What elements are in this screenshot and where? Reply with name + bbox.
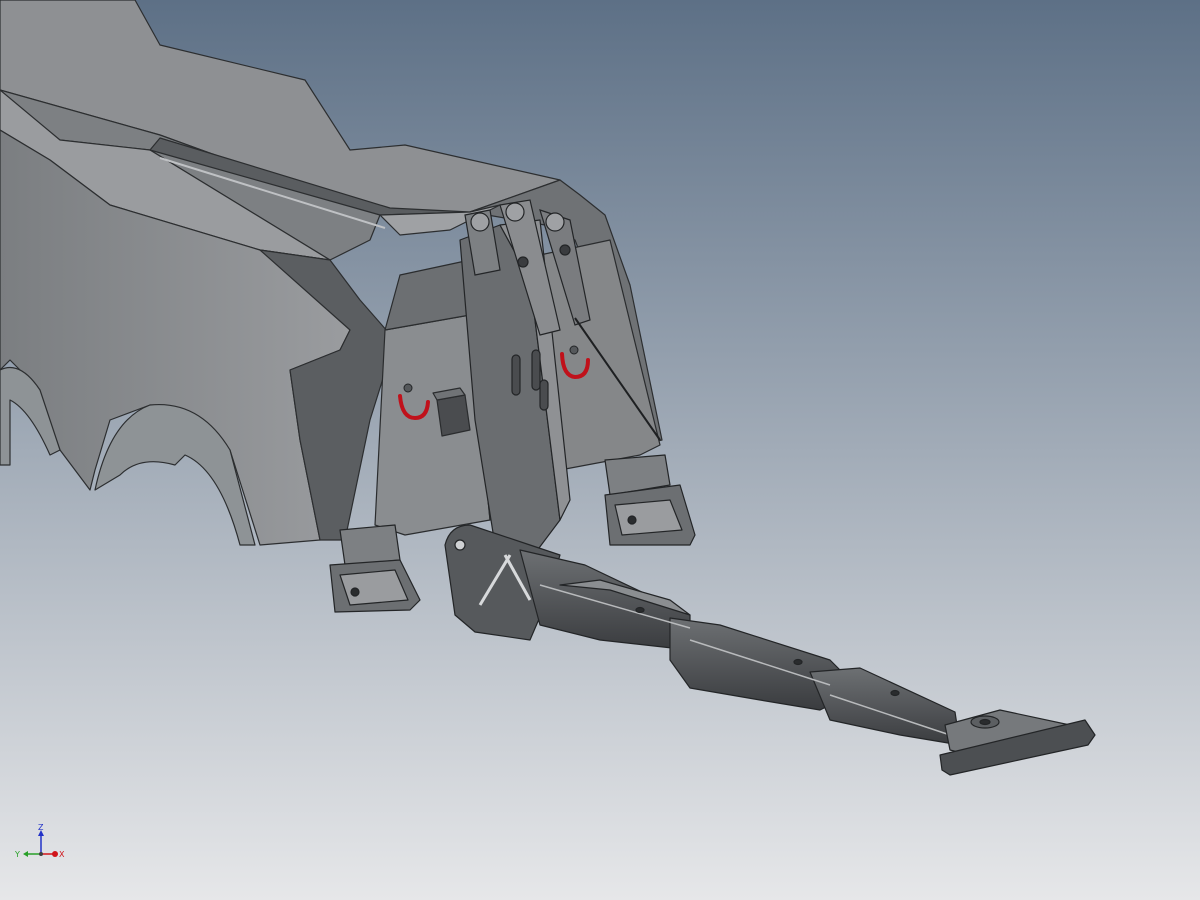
stabilizer-right-bolt bbox=[627, 515, 637, 525]
3d-model-view[interactable] bbox=[0, 0, 1200, 900]
slot-3 bbox=[539, 379, 549, 411]
link-hole-2 bbox=[559, 244, 571, 256]
slot-1 bbox=[511, 354, 521, 396]
y-axis-arrow bbox=[23, 851, 28, 857]
hitch-block bbox=[436, 394, 471, 437]
arm-hole-1 bbox=[635, 606, 645, 614]
arm-hole-2 bbox=[793, 658, 803, 666]
y-axis-label: Y bbox=[14, 850, 20, 859]
stabilizer-left-pad bbox=[339, 569, 409, 606]
stabilizer-left-bolt bbox=[350, 587, 360, 597]
pivot-pin bbox=[454, 539, 466, 551]
triad-origin bbox=[39, 852, 43, 856]
stabilizer-right-pad bbox=[614, 499, 683, 536]
shackle-left-mount bbox=[403, 383, 413, 393]
link-pin-3 bbox=[545, 212, 565, 232]
link-pin-2 bbox=[505, 202, 525, 222]
x-axis-dot bbox=[52, 851, 58, 857]
slot-2 bbox=[531, 349, 541, 391]
link-hole-1 bbox=[517, 256, 529, 268]
x-axis-label: X bbox=[59, 850, 65, 859]
cad-viewport[interactable]: Z X Y bbox=[0, 0, 1200, 900]
axis-triad[interactable]: Z X Y bbox=[14, 824, 70, 864]
link-pin-1 bbox=[470, 212, 490, 232]
crossbar-pivot-bolt bbox=[979, 718, 991, 726]
stabilizer-left-leg bbox=[339, 524, 401, 566]
z-axis-label: Z bbox=[38, 824, 44, 832]
arm-hole-3 bbox=[890, 689, 900, 697]
shackle-right-mount bbox=[569, 345, 579, 355]
